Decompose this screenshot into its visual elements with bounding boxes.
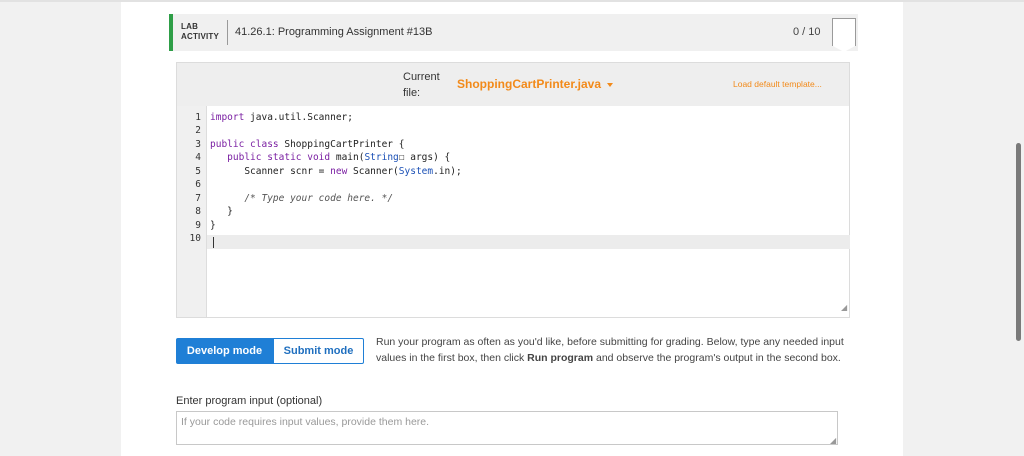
line-number: 4	[195, 152, 201, 163]
header-separator	[227, 20, 228, 45]
program-input-field[interactable]	[176, 411, 838, 445]
code-editor[interactable]: Current file: ShoppingCartPrinter.java L…	[176, 62, 850, 318]
file-bar: Current file: ShoppingCartPrinter.java L…	[177, 63, 849, 106]
line-number: 9	[195, 220, 201, 231]
scrollbar-thumb[interactable]	[1016, 143, 1021, 341]
program-input-label: Enter program input (optional)	[176, 395, 323, 407]
line-number: 2	[195, 125, 201, 136]
chevron-down-icon	[607, 82, 614, 87]
line-number: 10	[189, 233, 201, 244]
code-line: }	[227, 206, 233, 217]
run-instructions: Run your program as often as you'd like,…	[376, 336, 844, 364]
lab-title: 41.26.1: Programming Assignment #13B	[235, 26, 433, 38]
top-divider	[0, 0, 1024, 2]
line-number: 3	[195, 139, 201, 150]
line-number: 1	[195, 112, 201, 123]
code-line: Scanner scnr = new Scanner(System.in);	[244, 166, 462, 177]
lab-activity-tag: LAB ACTIVITY	[181, 22, 220, 41]
resize-grip-icon[interactable]: ◢	[841, 303, 847, 312]
line-number: 5	[195, 166, 201, 177]
develop-mode-button[interactable]: Develop mode	[176, 338, 273, 364]
line-number-gutter: 1 2 3 4 5 6 7 8 9 10	[177, 106, 207, 317]
submit-mode-button[interactable]: Submit mode	[273, 338, 364, 364]
code-line: public static void main(String☐ args) {	[227, 152, 451, 163]
code-line: public class ShoppingCartPrinter {	[210, 139, 405, 150]
text-cursor	[213, 237, 214, 248]
line-number: 8	[195, 206, 201, 217]
line-number: 7	[195, 193, 201, 204]
file-select-dropdown[interactable]: ShoppingCartPrinter.java	[457, 77, 614, 91]
lab-activity-header: LAB ACTIVITY 41.26.1: Programming Assign…	[169, 14, 858, 52]
current-file-label: Current file:	[403, 71, 440, 99]
line-number: 6	[195, 179, 201, 190]
resize-grip-icon[interactable]: ◢	[830, 436, 836, 445]
active-line-highlight	[177, 235, 850, 249]
code-line: import java.util.Scanner;	[210, 112, 353, 123]
code-line: /* Type your code here. */	[244, 193, 394, 204]
code-line: }	[210, 220, 216, 231]
score-text: 0 / 10	[793, 26, 821, 38]
score-badge-icon	[832, 18, 856, 52]
load-default-template-link[interactable]: Load default template...	[733, 79, 822, 89]
